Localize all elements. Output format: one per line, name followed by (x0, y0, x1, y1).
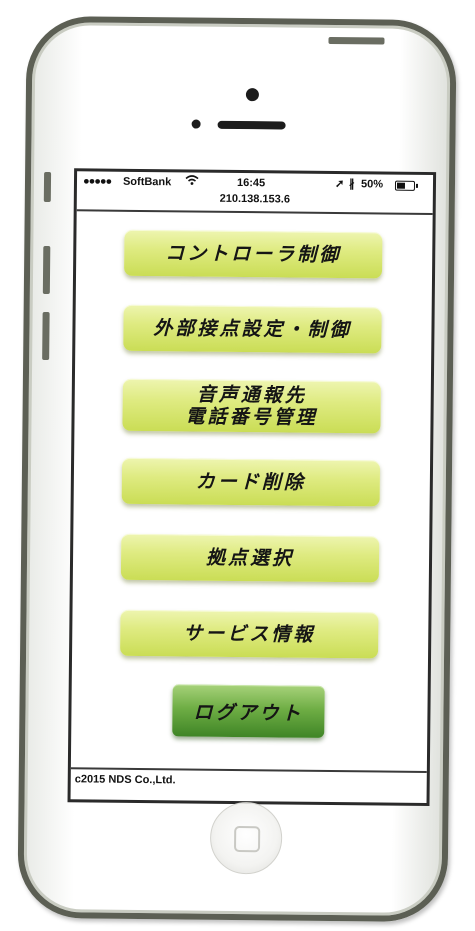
controller-control-label: コントローラ制御 (165, 242, 342, 267)
copyright-footer: c2015 NDS Co.,Ltd. (70, 767, 427, 794)
controller-control-button[interactable]: コントローラ制御 (124, 229, 383, 279)
battery-percent: 50% (360, 178, 384, 191)
external-contact-label: 外部接点設定・制御 (153, 317, 352, 342)
front-camera (245, 88, 259, 102)
battery-fill (396, 182, 406, 189)
site-select-button[interactable]: 拠点選択 (120, 533, 380, 583)
home-square-icon (233, 825, 261, 853)
signal-strength: ●●●●● (82, 175, 112, 188)
volume-down-button (42, 311, 50, 361)
voice-notification-button[interactable]: 音声通報先 電話番号管理 (122, 378, 381, 434)
site-select-label: 拠点選択 (205, 546, 295, 570)
volume-up-button (42, 245, 51, 295)
service-info-button[interactable]: サービス情報 (120, 609, 379, 659)
clock: 16:45 (236, 176, 266, 190)
logout-label: ログアウト (193, 701, 304, 725)
battery-icon (394, 180, 418, 191)
card-delete-label: カード削除 (195, 470, 306, 494)
proximity-sensor (191, 119, 201, 129)
address-bar[interactable]: 210.138.153.6 (76, 191, 433, 216)
stage: ●●●●● SoftBank 16:45 ➚ ∦ 50% 210.138.153… (0, 0, 475, 931)
card-delete-button[interactable]: カード削除 (121, 457, 381, 507)
location-arrow-icon: ➚ (334, 178, 345, 191)
phone-frame: ●●●●● SoftBank 16:45 ➚ ∦ 50% 210.138.153… (17, 15, 457, 923)
phone-screen: ●●●●● SoftBank 16:45 ➚ ∦ 50% 210.138.153… (67, 168, 437, 807)
earpiece-speaker (217, 120, 286, 130)
bluetooth-icon: ∦ (348, 178, 355, 191)
voice-notification-label: 音声通報先 電話番号管理 (185, 383, 318, 429)
wifi-icon (185, 173, 199, 188)
battery-tip (415, 183, 418, 188)
home-button[interactable] (209, 801, 283, 875)
carrier-name: SoftBank (122, 175, 172, 189)
service-info-label: サービス情報 (183, 622, 316, 646)
logout-button[interactable]: ログアウト (172, 684, 325, 738)
external-contact-button[interactable]: 外部接点設定・制御 (123, 304, 382, 354)
power-button (328, 36, 385, 45)
mute-switch (43, 171, 52, 203)
